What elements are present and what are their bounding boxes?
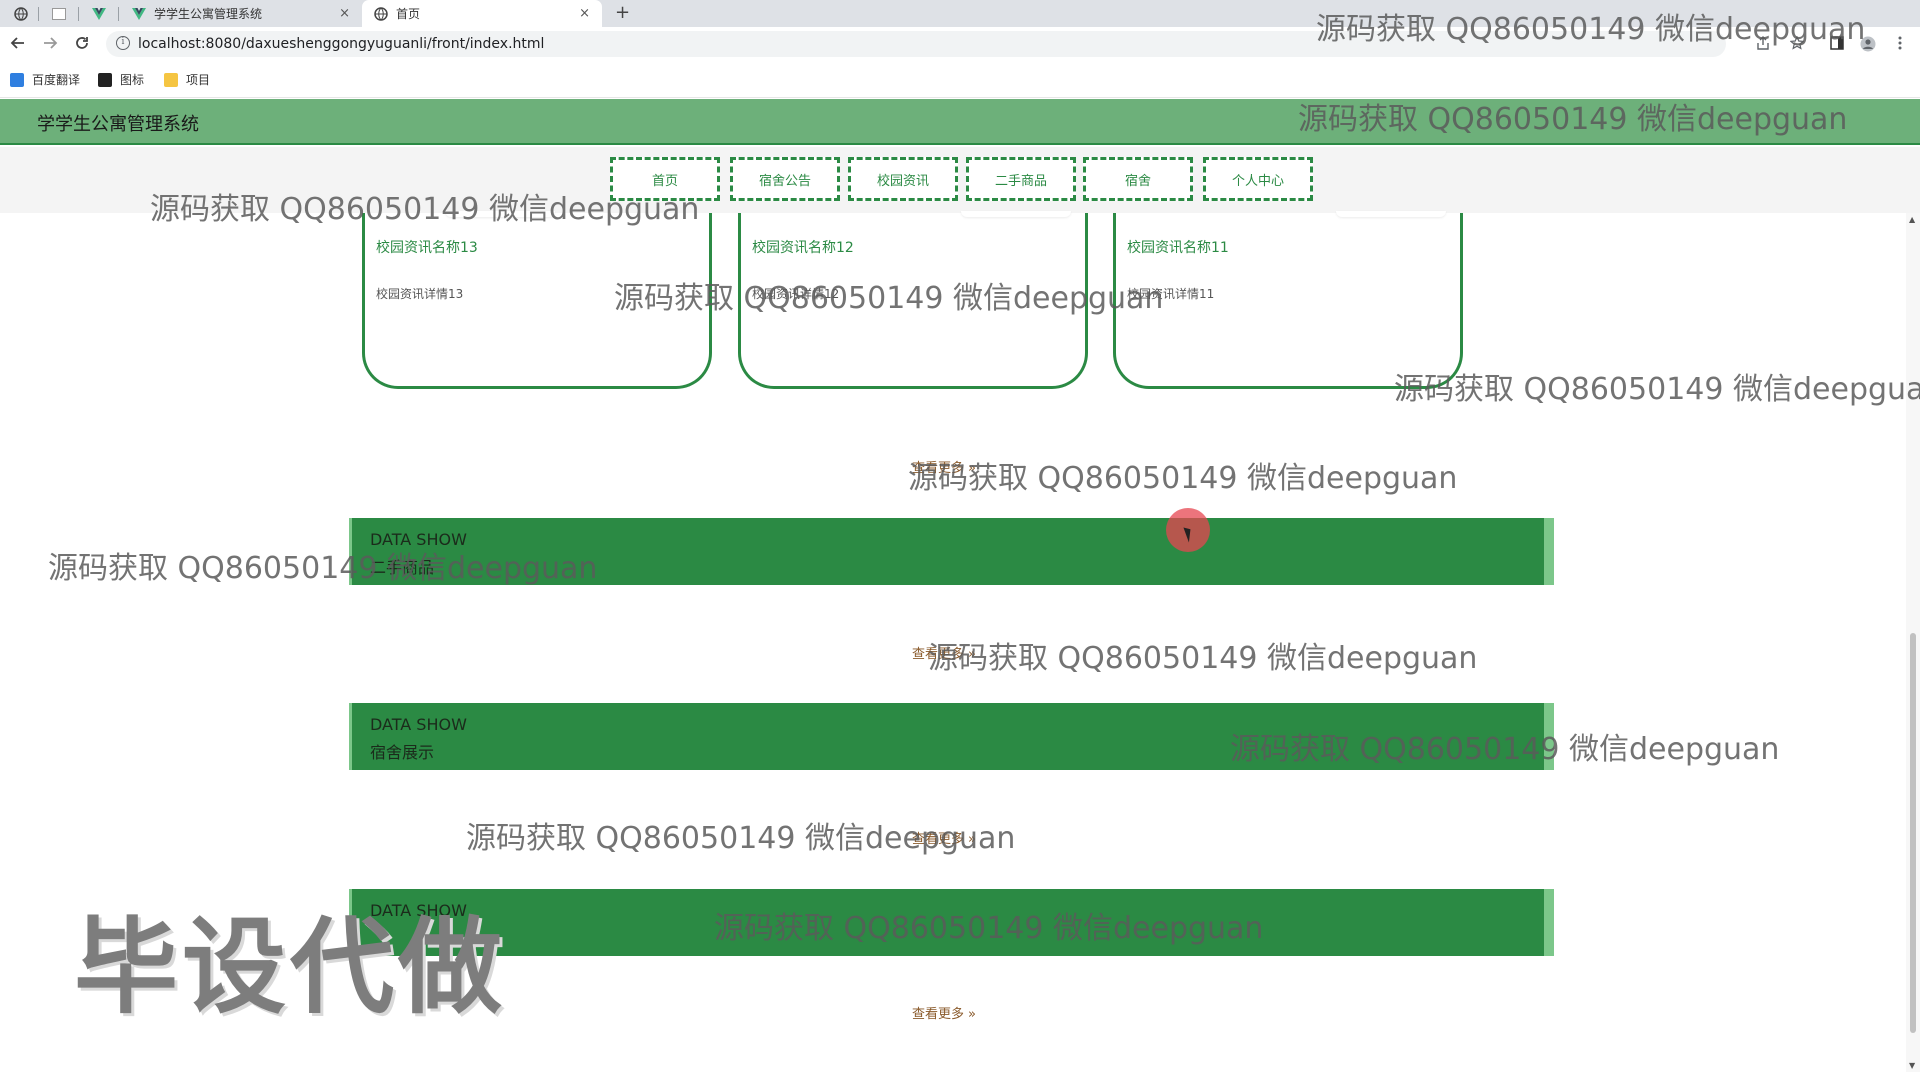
- watermark-text: 源码获取 QQ86050149 微信deepguan: [908, 461, 1458, 496]
- vue-icon: [132, 7, 146, 21]
- tab-label: 首页: [396, 7, 421, 21]
- page-scrollbar[interactable]: ▲ ▼: [1906, 213, 1920, 1072]
- view-more-link[interactable]: 查看更多»: [912, 1003, 976, 1022]
- watermark-text: 源码获取 QQ86050149 微信deepguan: [1230, 732, 1780, 767]
- bookmarks-bar: 百度翻译 图标 项目: [0, 62, 1920, 98]
- watermark-text: 源码获取 QQ86050149 微信deepguan: [1298, 102, 1848, 137]
- tab-separator: [38, 7, 39, 21]
- site-title: 学学生公寓管理系统: [37, 114, 199, 135]
- back-arrow-icon[interactable]: [10, 35, 26, 55]
- scroll-up-icon[interactable]: ▲: [1909, 215, 1915, 224]
- cursor-highlight: [1166, 508, 1210, 552]
- globe-icon: [14, 6, 28, 21]
- reload-icon[interactable]: [74, 35, 90, 55]
- scroll-down-icon[interactable]: ▼: [1909, 1061, 1915, 1070]
- watermark-text: 源码获取 QQ86050149 微信deepguan: [714, 911, 1264, 946]
- card-tab: [961, 211, 1071, 217]
- tab-home[interactable]: 首页 ×: [362, 0, 602, 27]
- news-card-detail: 校园资讯详情13: [376, 287, 464, 301]
- bookmark-label: 项目: [186, 73, 211, 87]
- scrollbar-thumb[interactable]: [1910, 633, 1916, 1033]
- bookmark-label: 图标: [120, 73, 145, 87]
- watermark-text: 源码获取 QQ86050149 微信deepguan: [466, 821, 1016, 856]
- bookmark-icons[interactable]: 图标: [98, 71, 144, 88]
- blank-page-icon: [52, 7, 66, 21]
- url-text[interactable]: localhost:8080/daxueshenggongyuguanli/fr…: [138, 36, 544, 52]
- news-card-title[interactable]: 校园资讯名称11: [1127, 237, 1229, 257]
- nav-dorm[interactable]: 宿舍: [1083, 157, 1193, 201]
- vue-icon: [92, 7, 106, 21]
- nav-personal-center[interactable]: 个人中心: [1203, 157, 1313, 201]
- tab-pinned-1[interactable]: [14, 0, 40, 27]
- news-card-title[interactable]: 校园资讯名称13: [376, 237, 478, 257]
- site-info-icon[interactable]: i: [116, 36, 130, 50]
- globe-icon: [374, 6, 388, 21]
- tab-separator: [118, 7, 119, 21]
- card-tab: [1336, 211, 1446, 217]
- nav-second-hand[interactable]: 二手商品: [966, 157, 1076, 201]
- mouse-pointer-icon: [1183, 525, 1195, 543]
- new-tab-button[interactable]: +: [615, 2, 630, 23]
- view-more-label: 查看更多: [912, 1007, 965, 1022]
- banner-title: 宿舍展示: [370, 743, 435, 762]
- tab-pinned-3[interactable]: [92, 0, 118, 27]
- image-icon: [98, 72, 112, 87]
- forward-arrow-icon[interactable]: [42, 35, 58, 55]
- watermark-text: 源码获取 QQ86050149 微信deepguan: [48, 551, 598, 586]
- tab-admin-system[interactable]: 学学生公寓管理系统 ×: [132, 0, 362, 27]
- tab-pinned-2[interactable]: [52, 0, 78, 27]
- tab-separator: [78, 7, 79, 21]
- translate-icon: [10, 72, 24, 87]
- bookmark-label: 百度翻译: [32, 73, 81, 87]
- nav-dorm-notice[interactable]: 宿舍公告: [730, 157, 840, 201]
- watermark-text: 源码获取 QQ86050149 微信deepguan: [150, 192, 700, 227]
- watermark-text: 源码获取 QQ86050149 微信deepguan: [614, 281, 1164, 316]
- bookmark-baidu-translate[interactable]: 百度翻译: [10, 71, 80, 88]
- watermark-big-text: 毕设代做: [74, 906, 507, 1028]
- close-tab-icon[interactable]: ×: [339, 6, 350, 21]
- news-card-title[interactable]: 校园资讯名称12: [752, 237, 854, 257]
- close-tab-icon[interactable]: ×: [579, 6, 590, 21]
- banner-subtitle: DATA SHOW: [370, 715, 467, 734]
- double-chevron-right-icon: »: [968, 1007, 976, 1022]
- more-menu-icon[interactable]: [1898, 36, 1902, 54]
- bookmark-project-folder[interactable]: 项目: [164, 71, 210, 88]
- watermark-text: 源码获取 QQ86050149 微信deepguan: [1316, 12, 1866, 47]
- news-card[interactable]: 校园资讯名称11 校园资讯详情11: [1113, 211, 1463, 389]
- tab-label: 学学生公寓管理系统: [154, 7, 263, 21]
- watermark-text: 源码获取 QQ86050149 微信deepguan: [928, 641, 1478, 676]
- watermark-text: 源码获取 QQ86050149 微信deepguan: [1394, 372, 1920, 407]
- folder-icon: [164, 72, 178, 87]
- nav-campus-news[interactable]: 校园资讯: [848, 157, 958, 201]
